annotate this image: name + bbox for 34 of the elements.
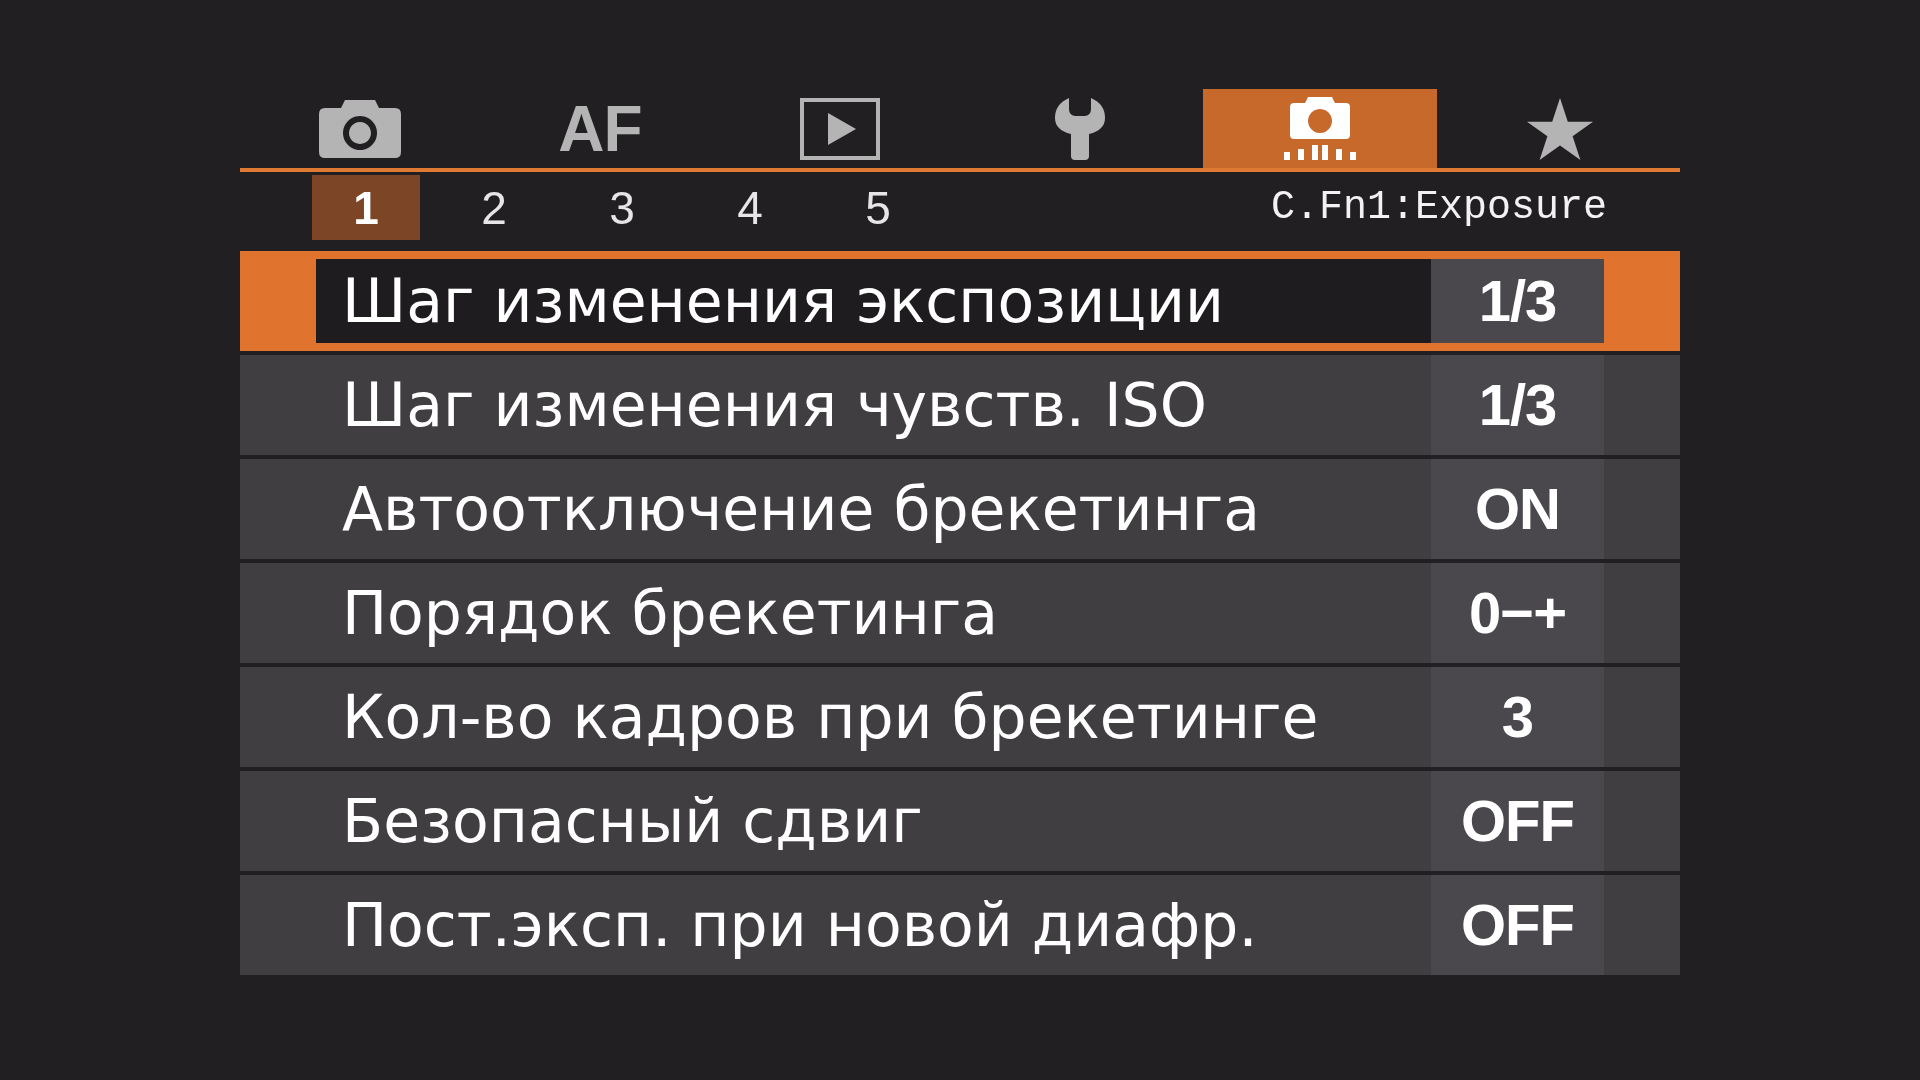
setting-value: 0−+: [1469, 581, 1566, 645]
setting-value: ON: [1475, 477, 1560, 541]
star-icon: [1527, 97, 1593, 160]
menu-row[interactable]: Кол-во кадров при брекетинге 3: [240, 667, 1680, 767]
menu-row[interactable]: Безопасный сдвиг OFF: [240, 771, 1680, 871]
setting-label: Безопасный сдвиг: [342, 788, 923, 854]
menu-row[interactable]: Шаг изменения экспозиции 1/3: [240, 251, 1680, 351]
setting-label: Кол-во кадров при брекетинге: [342, 684, 1319, 750]
page-tab[interactable]: 2: [440, 175, 548, 240]
menu-row[interactable]: Шаг изменения чувств. ISO 1/3: [240, 355, 1680, 455]
setting-label: Порядок брекетинга: [342, 580, 999, 646]
menu-row[interactable]: Автоотключение брекетинга ON: [240, 459, 1680, 559]
menu-row[interactable]: Пост.эксп. при новой диафр. OFF: [240, 875, 1680, 975]
setting-value: 3: [1501, 685, 1534, 749]
menu-tab[interactable]: [1203, 89, 1437, 168]
setting-value: OFF: [1461, 789, 1574, 853]
page-title: C.Fn1:Exposure: [1270, 187, 1607, 228]
setting-label: Пост.эксп. при новой диафр.: [342, 892, 1258, 958]
play-icon: [800, 97, 880, 160]
page-tab[interactable]: 5: [824, 175, 932, 240]
page-tab[interactable]: 1: [312, 175, 420, 240]
page-tab[interactable]: 3: [568, 175, 676, 240]
wrench-icon: [1055, 97, 1105, 160]
menu-tab[interactable]: AF: [483, 89, 717, 168]
setting-value: 1/3: [1478, 269, 1557, 333]
setting-value: 1/3: [1478, 373, 1557, 437]
setting-label: Шаг изменения чувств. ISO: [342, 372, 1207, 438]
page-tab[interactable]: 4: [696, 175, 804, 240]
setting-label: Автоотключение брекетинга: [342, 476, 1261, 542]
camera-dots-icon: [1284, 96, 1356, 161]
camera-icon: [319, 99, 401, 158]
setting-value: OFF: [1461, 893, 1574, 957]
menu-row[interactable]: Порядок брекетинга 0−+: [240, 563, 1680, 663]
setting-label: Шаг изменения экспозиции: [342, 268, 1224, 334]
